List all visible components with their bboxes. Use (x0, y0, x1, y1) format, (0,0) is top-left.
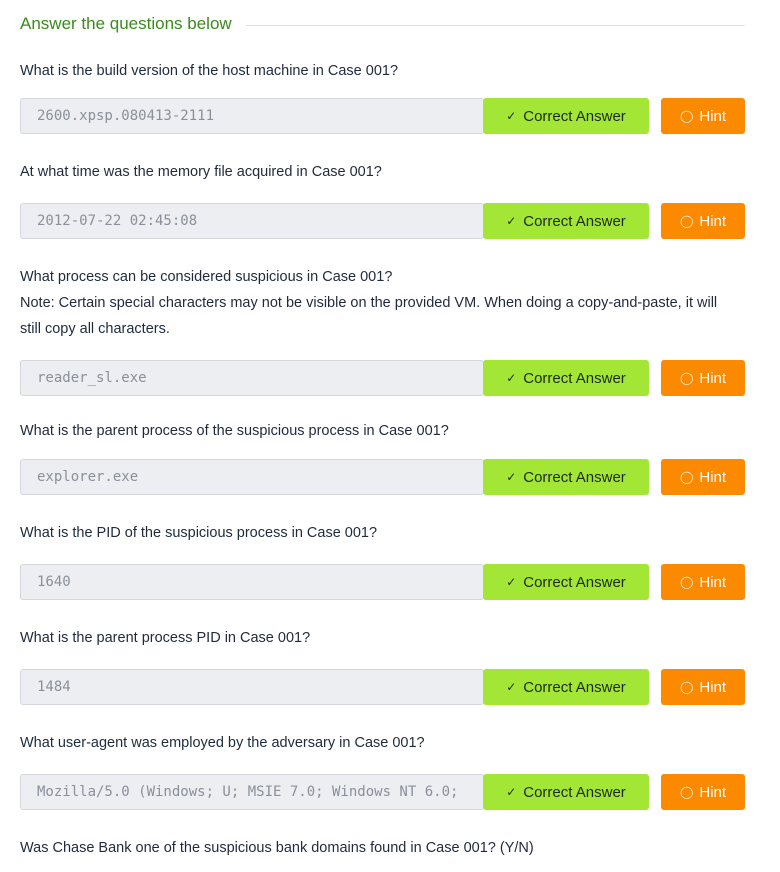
check-icon: ✓ (506, 371, 517, 385)
correct-answer-button[interactable]: ✓ Correct Answer (483, 360, 649, 396)
hint-label: Hint (699, 212, 727, 230)
answer-value: explorer.exe (37, 469, 139, 485)
answer-field[interactable]: explorer.exe (20, 459, 484, 495)
answer-value: Mozilla/5.0 (Windows; U; MSIE 7.0; Windo… (37, 784, 462, 800)
correct-answer-button[interactable]: ✓ Correct Answer (483, 98, 649, 134)
question-line: What is the build version of the host ma… (20, 63, 399, 79)
answer-field[interactable]: reader_sl.exe (20, 360, 484, 396)
lightbulb-icon: ◯ (679, 785, 694, 799)
check-icon: ✓ (506, 680, 517, 694)
check-icon: ✓ (506, 575, 517, 589)
correct-answer-label: Correct Answer (523, 468, 626, 486)
question-note-line: still copy all characters. (20, 321, 170, 337)
hint-button[interactable]: ◯ Hint (661, 459, 745, 495)
hint-button[interactable]: ◯ Hint (661, 669, 745, 705)
answer-field[interactable]: Mozilla/5.0 (Windows; U; MSIE 7.0; Windo… (20, 774, 484, 810)
answer-field[interactable]: 1484 (20, 669, 484, 705)
answer-row: Mozilla/5.0 (Windows; U; MSIE 7.0; Windo… (20, 774, 745, 810)
hint-label: Hint (699, 678, 727, 696)
lightbulb-icon: ◯ (679, 371, 694, 385)
question-line: What is the PID of the suspicious proces… (20, 525, 378, 541)
hint-button[interactable]: ◯ Hint (661, 203, 745, 239)
correct-answer-button[interactable]: ✓ Correct Answer (483, 669, 649, 705)
hint-button[interactable]: ◯ Hint (661, 564, 745, 600)
hint-label: Hint (699, 468, 727, 486)
hint-label: Hint (699, 783, 727, 801)
correct-answer-button[interactable]: ✓ Correct Answer (483, 459, 649, 495)
hint-button[interactable]: ◯ Hint (661, 360, 745, 396)
hint-label: Hint (699, 107, 727, 125)
answer-value: 2012-07-22 02:45:08 (37, 213, 198, 229)
question-line: At what time was the memory file acquire… (20, 164, 382, 180)
question-text: What is the PID of the suspicious proces… (20, 520, 745, 546)
section-divider (245, 24, 745, 26)
answer-value: 1484 (37, 679, 71, 695)
check-icon: ✓ (506, 109, 517, 123)
answer-field[interactable]: 1640 (20, 564, 484, 600)
hint-label: Hint (699, 369, 727, 387)
question-note-line: Note: Certain special characters may not… (20, 295, 718, 311)
question-line: What user-agent was employed by the adve… (20, 735, 425, 751)
answer-field[interactable]: 2012-07-22 02:45:08 (20, 203, 484, 239)
question-text: What is the build version of the host ma… (20, 58, 745, 84)
answer-row: reader_sl.exe ✓ Correct Answer ◯ Hint (20, 360, 745, 396)
answer-row: 2012-07-22 02:45:08 ✓ Correct Answer ◯ Hin… (20, 203, 745, 239)
correct-answer-button[interactable]: ✓ Correct Answer (483, 564, 649, 600)
check-icon: ✓ (506, 470, 517, 484)
lightbulb-icon: ◯ (679, 109, 694, 123)
lightbulb-icon: ◯ (679, 575, 694, 589)
question-line: What is the parent process PID in Case 0… (20, 630, 311, 646)
correct-answer-label: Correct Answer (523, 369, 626, 387)
section-header: Answer the questions below (20, 12, 745, 36)
check-icon: ✓ (506, 214, 517, 228)
correct-answer-label: Correct Answer (523, 573, 626, 591)
hint-label: Hint (699, 573, 727, 591)
answer-row: 1640 ✓ Correct Answer ◯ Hint (20, 564, 745, 600)
correct-answer-label: Correct Answer (523, 678, 626, 696)
questions-panel: Answer the questions below What is the b… (0, 0, 780, 872)
question-line: What is the parent process of the suspic… (20, 423, 449, 439)
answer-value: 2600.xpsp.080413-2111 (37, 108, 215, 124)
correct-answer-label: Correct Answer (523, 783, 626, 801)
question-text: What is the parent process of the suspic… (20, 418, 745, 444)
lightbulb-icon: ◯ (679, 680, 694, 694)
correct-answer-label: Correct Answer (523, 212, 626, 230)
hint-button[interactable]: ◯ Hint (661, 774, 745, 810)
answer-value: reader_sl.exe (37, 370, 147, 386)
answer-row: 2600.xpsp.080413-2111 ✓ Correct Answer ◯ H… (20, 98, 745, 134)
answer-row: explorer.exe ✓ Correct Answer ◯ Hint (20, 459, 745, 495)
answer-row: 1484 ✓ Correct Answer ◯ Hint (20, 669, 745, 705)
correct-answer-button[interactable]: ✓ Correct Answer (483, 203, 649, 239)
lightbulb-icon: ◯ (679, 214, 694, 228)
question-text: What user-agent was employed by the adve… (20, 730, 745, 756)
hint-button[interactable]: ◯ Hint (661, 98, 745, 134)
check-icon: ✓ (506, 785, 517, 799)
question-line: Was Chase Bank one of the suspicious ban… (20, 840, 534, 856)
question-text: At what time was the memory file acquire… (20, 159, 745, 185)
question-text: What process can be considered suspiciou… (20, 264, 745, 342)
answer-field[interactable]: 2600.xpsp.080413-2111 (20, 98, 484, 134)
correct-answer-button[interactable]: ✓ Correct Answer (483, 774, 649, 810)
question-line: What process can be considered suspiciou… (20, 269, 393, 285)
lightbulb-icon: ◯ (679, 470, 694, 484)
question-text: What is the parent process PID in Case 0… (20, 625, 745, 651)
correct-answer-label: Correct Answer (523, 107, 626, 125)
question-text: Was Chase Bank one of the suspicious ban… (20, 835, 745, 861)
section-title: Answer the questions below (20, 14, 232, 33)
answer-value: 1640 (37, 574, 71, 590)
